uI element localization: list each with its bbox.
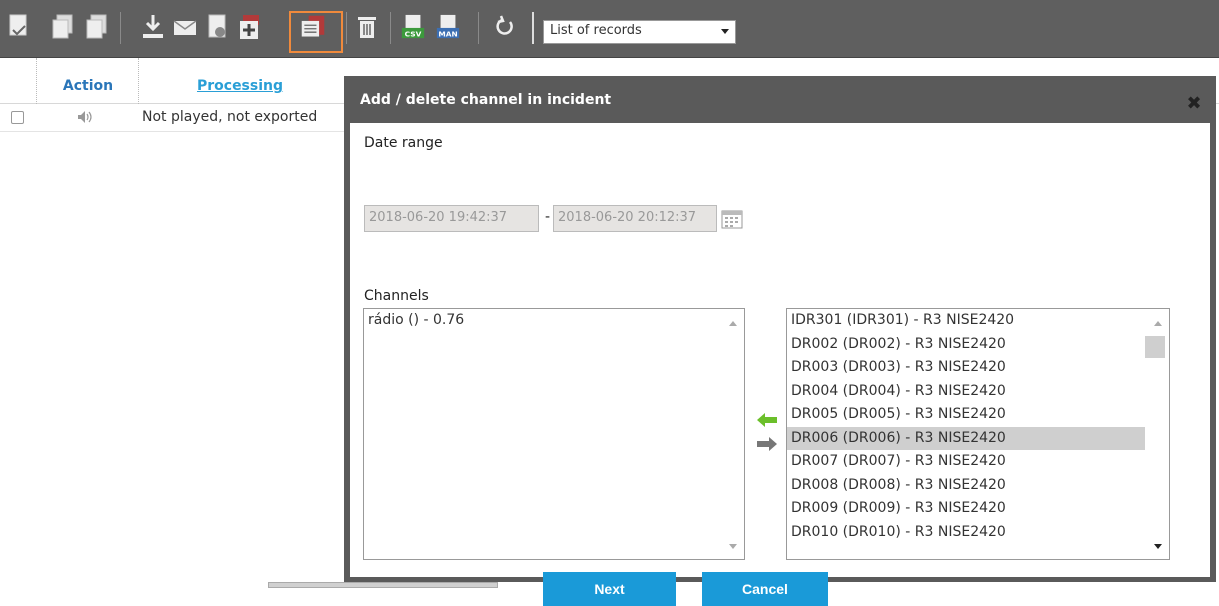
list-item[interactable]: DR008 (DR008) - R3 NISE2420: [787, 474, 1145, 498]
processing-status: Not played, not exported: [142, 109, 318, 125]
list-item[interactable]: DR002 (DR002) - R3 NISE2420: [787, 333, 1145, 357]
date-to-input[interactable]: 2018-06-20 20:12:37: [553, 205, 717, 232]
list-item[interactable]: DR007 (DR007) - R3 NISE2420: [787, 450, 1145, 474]
add-incident-icon[interactable]: [237, 12, 263, 42]
toolbar-separator: [478, 12, 479, 44]
mail-icon[interactable]: [172, 12, 198, 42]
chevron-down-icon: [721, 29, 729, 34]
list-item[interactable]: DR009 (DR009) - R3 NISE2420: [787, 497, 1145, 521]
move-left-arrow-icon[interactable]: [755, 412, 779, 428]
list-item[interactable]: DR004 (DR004) - R3 NISE2420: [787, 380, 1145, 404]
scroll-down-icon[interactable]: [729, 544, 737, 549]
scroll-up-icon[interactable]: [729, 321, 737, 326]
date-from-input[interactable]: 2018-06-20 19:42:37: [364, 205, 539, 232]
list-item[interactable]: DR003 (DR003) - R3 NISE2420: [787, 356, 1145, 380]
toolbar-separator: [532, 12, 534, 44]
channel-incident-icon[interactable]: [300, 12, 326, 42]
download-icon[interactable]: [140, 12, 166, 42]
date-separator: -: [545, 209, 551, 225]
row-checkbox[interactable]: [11, 111, 24, 124]
column-header-action[interactable]: Action: [40, 78, 136, 94]
list-item[interactable]: DR010 (DR010) - R3 NISE2420: [787, 521, 1145, 545]
list-item[interactable]: DR005 (DR005) - R3 NISE2420: [787, 403, 1145, 427]
channels-label: Channels: [364, 288, 429, 304]
date-range-label: Date range: [364, 135, 443, 151]
selected-channels-list[interactable]: rádio () - 0.76: [363, 308, 745, 560]
csv-export-icon[interactable]: CSV: [400, 12, 426, 42]
copy-doc-2-icon[interactable]: [84, 12, 110, 42]
main-toolbar: CSV MAN List of records: [0, 0, 1219, 58]
horizontal-scrollbar[interactable]: [268, 582, 498, 588]
list-item[interactable]: rádio () - 0.76: [364, 309, 744, 333]
svg-text:MAN: MAN: [438, 29, 457, 38]
channel-incident-dialog: Add / delete channel in incident ✖ Date …: [344, 76, 1216, 606]
refresh-icon[interactable]: [492, 12, 518, 42]
column-divider: [36, 58, 37, 104]
man-export-icon[interactable]: MAN: [435, 12, 461, 42]
column-divider: [138, 58, 139, 104]
view-select-value: List of records: [550, 23, 642, 38]
column-header-processing[interactable]: Processing: [140, 78, 340, 94]
export-down-icon[interactable]: [6, 12, 32, 42]
cancel-button[interactable]: Cancel: [702, 572, 828, 606]
doc-settings-icon[interactable]: [205, 12, 231, 42]
view-select[interactable]: List of records: [543, 20, 736, 44]
list-item[interactable]: DR006 (DR006) - R3 NISE2420: [787, 426, 1145, 450]
speaker-icon[interactable]: [76, 109, 94, 125]
toolbar-separator: [390, 12, 391, 44]
dialog-title: Add / delete channel in incident: [360, 92, 612, 108]
copy-doc-icon[interactable]: [50, 12, 76, 42]
trash-icon[interactable]: [354, 12, 380, 42]
calendar-icon[interactable]: [721, 209, 743, 229]
list-item[interactable]: IDR301 (IDR301) - R3 NISE2420: [787, 309, 1145, 333]
next-button[interactable]: Next: [543, 572, 676, 606]
close-icon[interactable]: ✖: [1186, 95, 1202, 113]
toolbar-separator: [120, 12, 121, 44]
available-channels-items: IDR301 (IDR301) - R3 NISE2420 DR002 (DR00…: [787, 309, 1145, 544]
dialog-body: Date range 2018-06-20 19:42:37 - 2018-06…: [350, 123, 1210, 606]
scrollbar-thumb[interactable]: [1145, 336, 1165, 358]
svg-text:CSV: CSV: [405, 29, 422, 38]
scroll-down-icon[interactable]: [1154, 544, 1162, 549]
scroll-up-icon[interactable]: [1154, 321, 1162, 326]
available-channels-list[interactable]: IDR301 (IDR301) - R3 NISE2420 DR002 (DR00…: [786, 308, 1170, 560]
selected-channels-items: rádio () - 0.76: [364, 309, 744, 333]
move-right-arrow-icon[interactable]: [755, 436, 779, 452]
table-row[interactable]: Not played, not exported: [0, 104, 345, 132]
toolbar-separator: [346, 12, 347, 44]
